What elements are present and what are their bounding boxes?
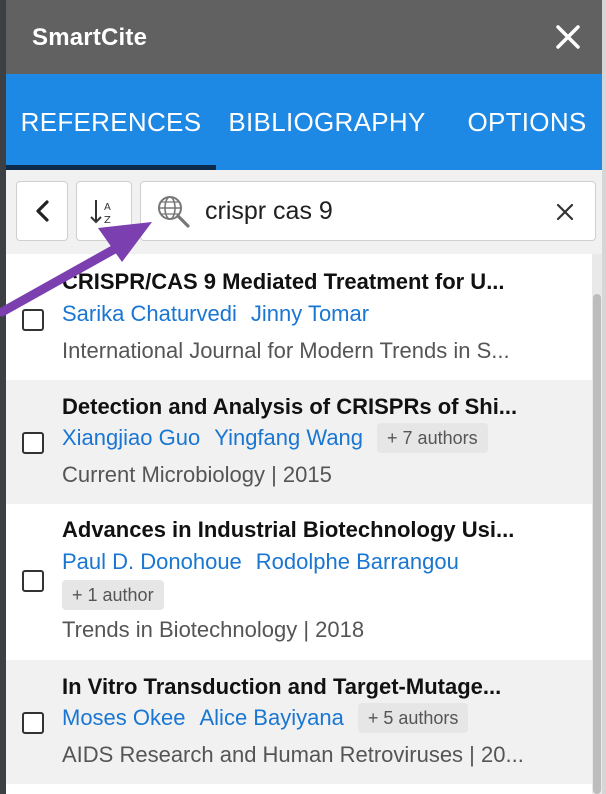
more-authors-chip[interactable]: + 1 author xyxy=(62,580,164,610)
author-link[interactable]: Xiangjiao Guo xyxy=(62,422,200,454)
author-link[interactable]: Rodolphe Barrangou xyxy=(256,546,459,578)
close-icon[interactable] xyxy=(555,202,575,222)
close-icon[interactable] xyxy=(550,19,586,55)
author-overflow: + 1 author xyxy=(62,580,164,612)
reference-title[interactable]: In Vitro Transduction and Target-Mutage.… xyxy=(62,673,582,701)
author-link[interactable]: Sarika Chaturvedi xyxy=(62,298,237,330)
list-item: In Vitro Transduction and Target-Mutage.… xyxy=(6,660,592,784)
sort-button[interactable]: A Z xyxy=(76,181,132,241)
title-bar: SmartCite xyxy=(6,0,602,74)
more-authors-chip[interactable]: + 7 authors xyxy=(377,423,488,453)
svg-text:A: A xyxy=(104,202,111,213)
back-button[interactable] xyxy=(16,181,68,241)
author-link[interactable]: Jinny Tomar xyxy=(251,298,369,330)
tab-options[interactable]: OPTIONS xyxy=(452,74,602,170)
list-item xyxy=(6,784,592,794)
results-list: CRISPR/CAS 9 Mediated Treatment for U...… xyxy=(6,254,592,794)
reference-source: AIDS Research and Human Retroviruses | 2… xyxy=(62,742,524,767)
author-list: Paul D. Donohoue Rodolphe Barrangou xyxy=(62,546,582,578)
select-checkbox[interactable] xyxy=(22,712,44,734)
search-toolbar: A Z xyxy=(6,170,602,254)
more-authors-chip[interactable]: + 5 authors xyxy=(357,703,469,733)
sort-alpha-icon: A Z xyxy=(90,200,111,226)
reference-title[interactable]: Advances in Industrial Biotechnology Usi… xyxy=(62,516,582,544)
right-edge xyxy=(602,0,606,794)
author-list: Xiangjiao Guo Yingfang Wang + 7 authors xyxy=(62,422,582,454)
author-link[interactable]: Yingfang Wang xyxy=(214,422,363,454)
author-link[interactable]: Moses Okee xyxy=(62,702,186,734)
chevron-left-icon xyxy=(36,200,49,222)
select-checkbox[interactable] xyxy=(22,309,44,331)
author-link[interactable]: Alice Bayiyana xyxy=(200,702,344,734)
reference-source: Trends in Biotechnology | 2018 xyxy=(62,617,365,642)
app-title: SmartCite xyxy=(32,24,148,51)
svg-text:Z: Z xyxy=(104,215,111,226)
tab-bar: REFERENCES BIBLIOGRAPHY OPTIONS xyxy=(6,74,602,170)
reference-source: International Journal for Modern Trends … xyxy=(62,338,510,363)
reference-source: Current Microbiology | 2015 xyxy=(62,462,332,487)
list-item: Detection and Analysis of CRISPRs of Shi… xyxy=(6,380,592,504)
tab-bibliography[interactable]: BIBLIOGRAPHY xyxy=(220,74,434,170)
list-item: Advances in Industrial Biotechnology Usi… xyxy=(6,504,592,660)
globe-search-icon[interactable] xyxy=(155,193,193,231)
author-list: Moses Okee Alice Bayiyana + 5 authors xyxy=(62,702,582,734)
author-link[interactable]: Paul D. Donohoue xyxy=(62,546,242,578)
scrollbar-thumb[interactable] xyxy=(593,294,601,794)
author-list: Sarika Chaturvedi Jinny Tomar xyxy=(62,298,582,330)
list-item: CRISPR/CAS 9 Mediated Treatment for U...… xyxy=(6,254,592,380)
scrollbar[interactable] xyxy=(592,254,602,794)
smartcite-panel: SmartCite REFERENCES BIBLIOGRAPHY OPTION… xyxy=(0,0,606,794)
select-checkbox[interactable] xyxy=(22,570,44,592)
search-input[interactable] xyxy=(205,190,535,232)
reference-title[interactable]: CRISPR/CAS 9 Mediated Treatment for U... xyxy=(62,268,582,296)
reference-title[interactable]: Detection and Analysis of CRISPRs of Shi… xyxy=(62,393,582,421)
select-checkbox[interactable] xyxy=(22,432,44,454)
tab-references[interactable]: REFERENCES xyxy=(6,74,216,170)
search-box xyxy=(140,181,596,241)
